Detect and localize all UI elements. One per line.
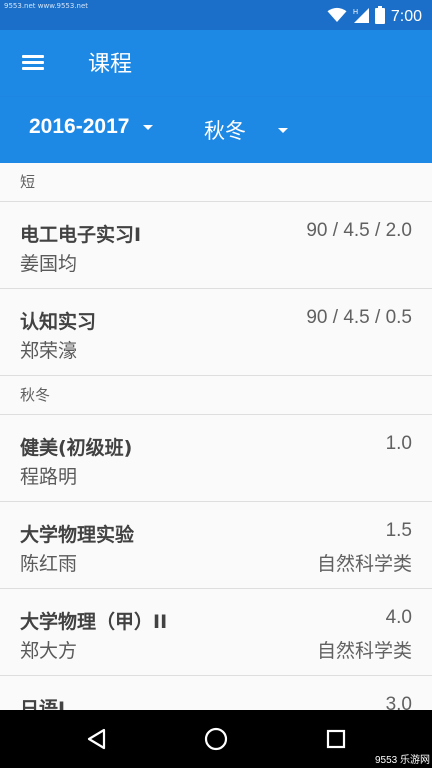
course-row[interactable]: 健美(初级班) 程路明 1.0 <box>0 415 432 502</box>
course-meta: 1.5 <box>385 520 412 541</box>
course-name: 日语I <box>20 698 66 710</box>
course-teacher: 程路明 <box>20 466 78 488</box>
course-row[interactable]: 电工电子实习I 姜国均 90 / 4.5 / 2.0 <box>0 202 432 289</box>
course-meta: 1.0 <box>385 433 412 454</box>
chevron-down-icon <box>278 127 288 133</box>
course-meta: 90 / 4.5 / 2.0 <box>306 220 412 241</box>
course-list[interactable]: 短 电工电子实习I 姜国均 90 / 4.5 / 2.0 认知实习 郑荣濠 90… <box>0 163 432 710</box>
menu-icon[interactable] <box>22 52 46 76</box>
course-teacher: 郑大方 <box>20 640 78 662</box>
term-dropdown[interactable]: 秋冬 <box>204 115 288 145</box>
page-title: 课程 <box>88 52 133 77</box>
year-dropdown[interactable]: 2016-2017 <box>29 115 154 139</box>
year-value: 2016-2017 <box>29 115 130 138</box>
filter-bar: 2016-2017 秋冬 <box>0 97 432 163</box>
course-meta: 4.0 <box>385 607 412 628</box>
app-bar: 课程 <box>0 30 432 97</box>
chevron-down-icon <box>143 124 154 130</box>
course-category: 自然科学类 <box>316 553 412 575</box>
signal-h-icon: H <box>353 7 369 27</box>
back-icon[interactable] <box>82 724 112 754</box>
watermark-text: 9553.net www.9553.net <box>4 2 89 10</box>
screen: 9553.net www.9553.net H 7:00 课程 2016-201… <box>0 0 432 768</box>
section-header: 秋冬 <box>0 376 432 415</box>
course-row[interactable]: 大学物理实验 陈红雨 1.5 自然科学类 <box>0 502 432 589</box>
home-icon[interactable] <box>201 724 231 754</box>
status-bar: 9553.net www.9553.net H 7:00 <box>0 0 432 30</box>
course-row[interactable]: 认知实习 郑荣濠 90 / 4.5 / 0.5 <box>0 289 432 376</box>
course-meta: 90 / 4.5 / 0.5 <box>306 307 412 328</box>
svg-text:H: H <box>353 9 358 16</box>
course-row[interactable]: 日语I 3.0 <box>0 676 432 710</box>
course-name: 大学物理实验 <box>20 524 135 546</box>
section-header: 短 <box>0 163 432 202</box>
course-teacher: 姜国均 <box>20 253 78 275</box>
course-teacher: 郑荣濠 <box>20 340 78 362</box>
wifi-icon <box>327 7 347 27</box>
recents-icon[interactable] <box>321 724 351 754</box>
course-name: 健美(初级班) <box>20 437 133 459</box>
course-category: 自然科学类 <box>316 640 412 662</box>
course-teacher: 陈红雨 <box>20 553 78 575</box>
course-name: 大学物理（甲）II <box>20 611 168 633</box>
navigation-bar: 9553 乐游网 <box>0 710 432 768</box>
battery-icon <box>374 6 385 28</box>
course-name: 认知实习 <box>20 311 97 333</box>
brand-watermark: 9553 乐游网 <box>374 755 430 766</box>
course-meta: 3.0 <box>385 694 412 710</box>
course-row[interactable]: 大学物理（甲）II 郑大方 4.0 自然科学类 <box>0 589 432 676</box>
clock-time: 7:00 <box>390 8 422 25</box>
status-icons: H 7:00 <box>327 6 422 28</box>
course-name: 电工电子实习I <box>20 224 142 246</box>
term-value: 秋冬 <box>204 119 246 143</box>
